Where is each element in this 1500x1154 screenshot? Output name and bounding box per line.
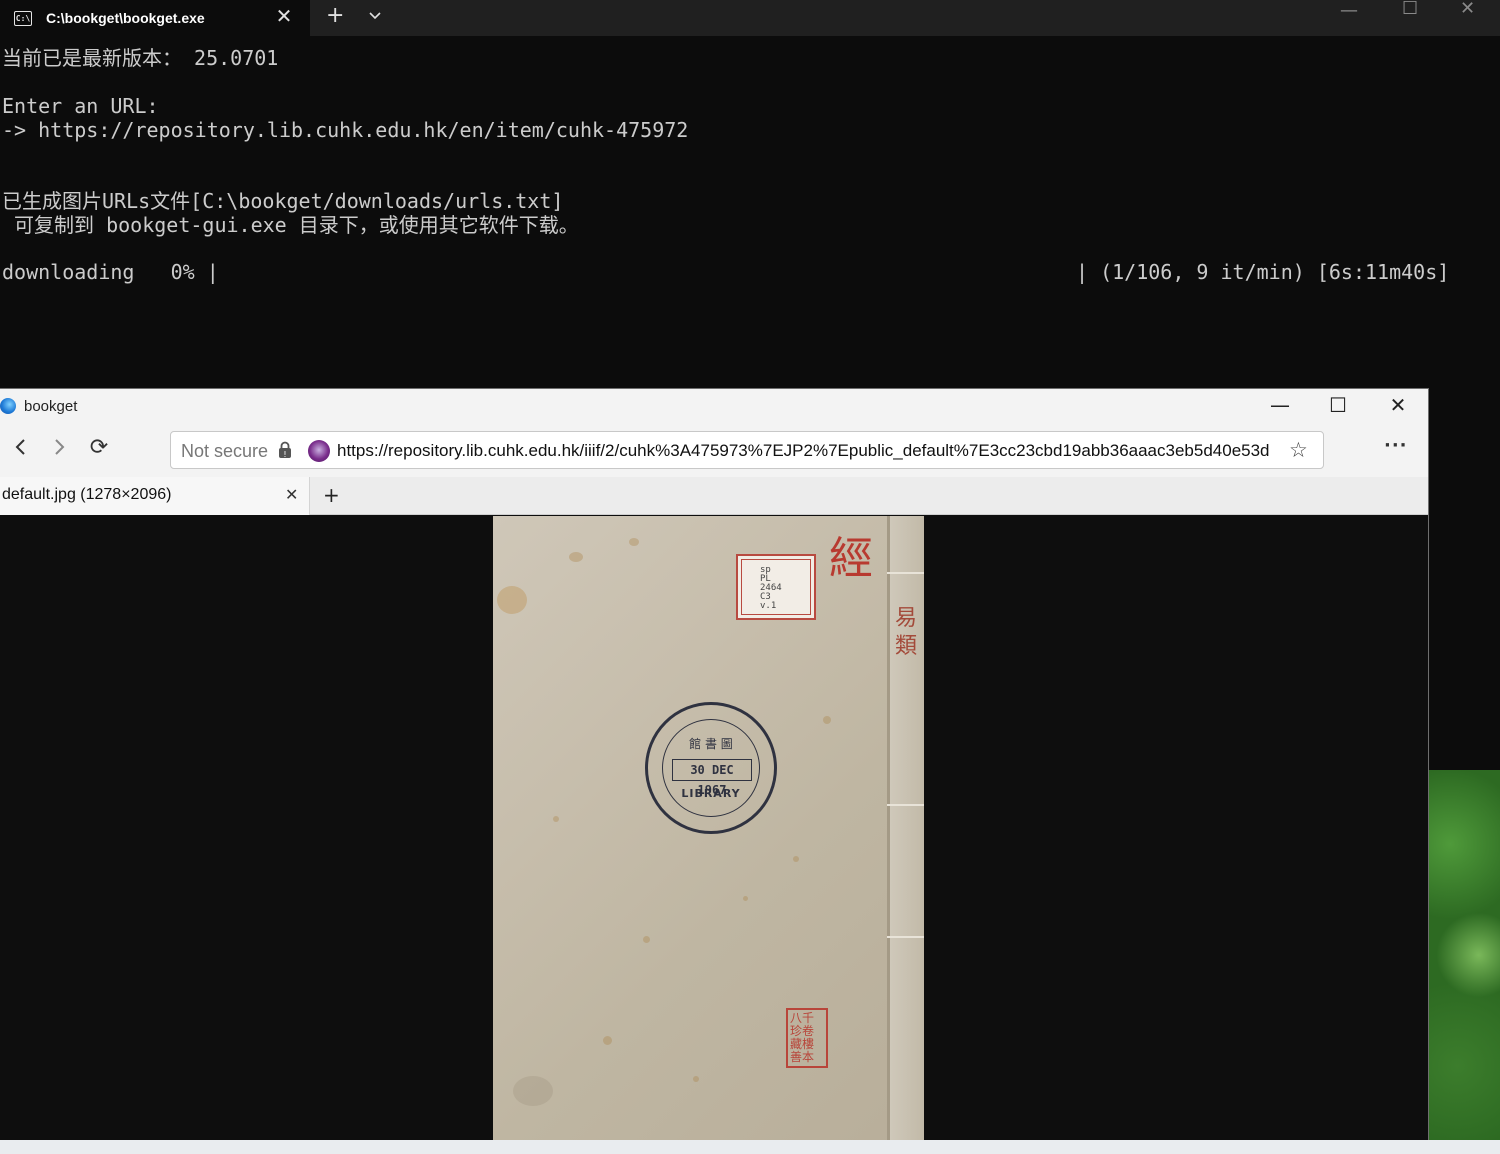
close-tab-icon[interactable]: ✕ (285, 485, 298, 504)
browser-tab-title: default.jpg (1278×2096) (2, 486, 172, 503)
maximize-icon[interactable]: ☐ (1318, 393, 1358, 417)
svg-text:!: ! (283, 450, 286, 459)
browser-window: bookget — ☐ ✕ ⟳ Not secure ! https://rep… (0, 388, 1429, 1140)
chevron-down-icon[interactable] (367, 8, 383, 28)
new-tab-button[interactable]: + (323, 483, 340, 507)
close-icon[interactable]: ✕ (1460, 0, 1475, 19)
minimize-icon[interactable]: — (1340, 0, 1358, 21)
terminal-line: 已生成图片URLs文件[C:\bookget/downloads/urls.tx… (2, 189, 564, 213)
insecure-lock-icon[interactable]: ! (278, 441, 292, 459)
terminal-line: 可复制到 bookget-gui.exe 目录下，或使用其它软件下载。 (2, 213, 579, 237)
catalog-label: sp PL 2464 C3 v.1 (736, 554, 816, 620)
terminal-tab-title: C:\bookget\bookget.exe (46, 10, 205, 26)
terminal-line: 当前已是最新版本： 25.0701 (2, 46, 279, 70)
progress-stats: | (1/106, 9 it/min) [6s:11m40s] (1076, 260, 1450, 284)
address-bar[interactable]: Not secure ! https://repository.lib.cuhk… (170, 431, 1324, 469)
stamp-library-text: LIBRARY (681, 787, 741, 800)
browser-tab[interactable]: default.jpg (1278×2096) ✕ (0, 477, 310, 515)
maximize-icon[interactable]: ☐ (1402, 0, 1418, 19)
terminal-tab[interactable]: C:\ C:\bookget\bookget.exe ✕ (0, 0, 310, 36)
desktop-wallpaper (1429, 770, 1500, 1140)
new-tab-button[interactable]: + (326, 3, 344, 28)
browser-tab-strip: default.jpg (1278×2096) ✕ + (0, 477, 1428, 515)
terminal-output[interactable]: 当前已是最新版本： 25.0701 Enter an URL: -> https… (0, 44, 1500, 284)
catalog-label-text: sp PL 2464 C3 v.1 (760, 565, 782, 611)
more-options-icon[interactable]: ··· (1384, 435, 1408, 456)
favorite-star-icon[interactable]: ☆ (1289, 438, 1308, 462)
reload-icon[interactable]: ⟳ (84, 435, 114, 460)
not-secure-label[interactable]: Not secure (181, 441, 268, 462)
stamp-date: 30 DEC 1967 (672, 759, 752, 797)
close-icon[interactable]: ✕ (1378, 393, 1418, 417)
app-logo-icon (0, 398, 16, 414)
progress-label: downloading 0% | (2, 260, 219, 284)
terminal-line: -> https://repository.lib.cuhk.edu.hk/en… (2, 118, 689, 142)
library-stamp: 館 書 圖 30 DEC 1967 LIBRARY (645, 702, 777, 834)
site-favicon-icon (308, 440, 330, 462)
minimize-icon[interactable]: — (1260, 393, 1300, 417)
terminal-line: Enter an URL: (2, 94, 159, 118)
calligraphy-mark: 經 (829, 533, 873, 584)
url-text[interactable]: https://repository.lib.cuhk.edu.hk/iiif/… (337, 441, 1277, 461)
terminal-icon: C:\ (14, 10, 32, 26)
forward-icon[interactable] (44, 437, 74, 463)
navigation-bar: ⟳ Not secure ! https://repository.lib.cu… (0, 425, 1428, 477)
browser-title-bar[interactable]: bookget — ☐ ✕ (0, 389, 1428, 425)
close-tab-icon[interactable]: ✕ (272, 4, 296, 28)
terminal-window: C:\ C:\bookget\bookget.exe ✕ + — ☐ ✕ 当前已… (0, 0, 1500, 390)
back-icon[interactable] (6, 437, 36, 463)
book-cover-image: sp PL 2464 C3 v.1 經 易 類 館 書 圖 30 DEC 196… (493, 516, 924, 1140)
taskbar (0, 1140, 1500, 1154)
spine-calligraphy: 類 (895, 634, 918, 659)
app-name: bookget (24, 398, 78, 415)
terminal-tab-bar: C:\ C:\bookget\bookget.exe ✕ + — ☐ ✕ (0, 0, 1500, 36)
image-viewport[interactable]: sp PL 2464 C3 v.1 經 易 類 館 書 圖 30 DEC 196… (0, 516, 1428, 1140)
stamp-top-text: 館 書 圖 (689, 737, 733, 751)
collector-seal: 八千 珍卷 藏樓 善本 (786, 1008, 828, 1068)
